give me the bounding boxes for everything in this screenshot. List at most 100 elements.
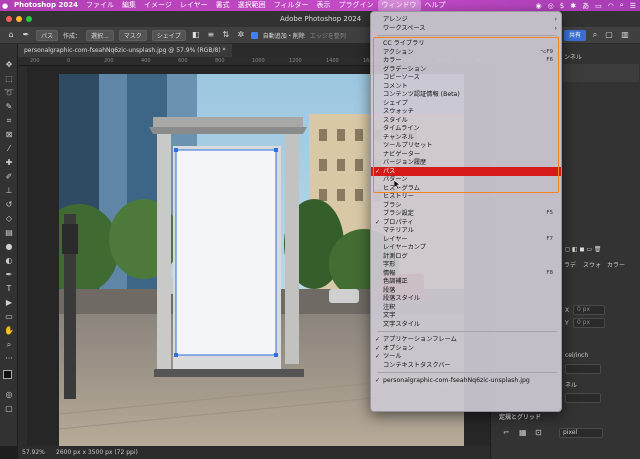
menu-layer[interactable]: レイヤー	[176, 0, 212, 11]
lasso-tool-icon[interactable]: ➰	[3, 88, 15, 98]
zoom-tool-icon[interactable]: ⌕	[3, 340, 15, 350]
pen-tool-icon[interactable]: ✒	[21, 30, 31, 40]
select-button[interactable]: 選択...	[86, 29, 114, 41]
dodge-tool-icon[interactable]: ◐	[3, 256, 15, 266]
type-tool-icon[interactable]: T	[3, 284, 15, 294]
menu-filter[interactable]: フィルター	[270, 0, 313, 11]
gradient-tab-fragment[interactable]: ラデ	[564, 260, 576, 269]
y-input[interactable]: 0 px	[573, 318, 605, 328]
shape-tool-icon[interactable]: ▭	[3, 312, 15, 322]
pen-tool-icon[interactable]: ✒	[3, 270, 15, 280]
channels-tab-fragment[interactable]: ンネル	[564, 52, 582, 61]
zoom-level[interactable]: 57.92%	[22, 446, 45, 459]
wifi-icon[interactable]: ◠	[608, 2, 614, 10]
path-align-icon[interactable]: ≡	[206, 30, 216, 40]
menu-item-label: アレンジ	[383, 16, 408, 23]
menu-window[interactable]: ウィンドウ	[377, 0, 421, 11]
unit-select[interactable]: pixel	[559, 428, 603, 438]
document-tab[interactable]: personalgraphic-com-fseahNq6zic-unsplash…	[18, 44, 232, 57]
menu-item[interactable]: コンテキストタスクバー	[371, 361, 561, 370]
shape-button[interactable]: シェイプ	[151, 29, 186, 41]
menu-select[interactable]: 選択範囲	[234, 0, 270, 11]
color-tab[interactable]: カラー	[607, 260, 625, 269]
menu-item-label: マテリアル	[383, 227, 414, 234]
stop-icon[interactable]: ◎	[548, 2, 554, 10]
menu-app-name[interactable]: Photoshop 2024	[10, 0, 82, 11]
menu-item[interactable]: ワークスペース ›	[371, 24, 561, 33]
auto-add-delete-label: 自動追加・削除	[262, 32, 305, 40]
history-brush-tool-icon[interactable]: ↺	[3, 200, 15, 210]
menu-file[interactable]: ファイル	[82, 0, 118, 11]
share-button[interactable]: 共有	[564, 30, 587, 41]
healing-tool-icon[interactable]: ✚	[3, 158, 15, 168]
apple-icon[interactable]: ●	[0, 2, 10, 10]
search-icon[interactable]: ⌕	[590, 30, 600, 40]
input-method-indicator[interactable]: あ	[582, 1, 589, 11]
menu-view[interactable]: 表示	[313, 0, 335, 11]
stamp-tool-icon[interactable]: ⊥	[3, 186, 15, 196]
workspace-icon[interactable]: ▢	[604, 30, 614, 40]
battery-icon[interactable]: ▭	[595, 2, 602, 10]
more-tools-icon[interactable]: ···	[3, 354, 15, 364]
minimize-window-button[interactable]	[16, 16, 22, 22]
swatches-tab[interactable]: スウォ	[583, 260, 601, 269]
tools-panel: ✥ ⬚ ➰ ✎ ⌗ ⊠ ⁄ ✚ ✐ ⊥ ↺ ◇ ▤ ● ◐ ✒ T ▶ ▭ ✋ …	[0, 44, 18, 446]
checkmark-icon: ✓	[375, 377, 381, 384]
menu-item-label: スウォッチ	[383, 108, 414, 115]
record-icon[interactable]: ◉	[536, 2, 542, 10]
close-window-button[interactable]	[6, 16, 12, 22]
menu-image[interactable]: イメージ	[140, 0, 176, 11]
menu-plugins[interactable]: プラグイン	[335, 0, 378, 11]
bluetooth-icon[interactable]: ✱	[570, 2, 576, 10]
menu-item[interactable]: 文字スタイル	[371, 320, 561, 329]
tool-mode-select[interactable]: パス	[36, 29, 59, 41]
menu-type[interactable]: 書式	[212, 0, 234, 11]
ruler-icon[interactable]: ⌐	[503, 428, 510, 437]
menu-item-label: 情報	[383, 269, 396, 277]
path-arrange-icon[interactable]: ⇅	[221, 30, 231, 40]
crop-tool-icon[interactable]: ⌗	[3, 116, 15, 126]
x-input[interactable]: 0 px	[573, 305, 605, 315]
brush-tool-icon[interactable]: ✐	[3, 172, 15, 182]
foreground-color-swatch[interactable]	[3, 370, 12, 379]
menu-help[interactable]: ヘルプ	[421, 0, 450, 11]
gradient-tool-icon[interactable]: ▤	[3, 228, 15, 238]
bitdepth-select[interactable]	[565, 393, 601, 403]
quick-mask-icon[interactable]: ◎	[3, 390, 15, 400]
menu-edit[interactable]: 編集	[118, 0, 140, 11]
submenu-chevron-icon: ›	[554, 24, 557, 32]
path-select-tool-icon[interactable]: ▶	[3, 298, 15, 308]
move-tool-icon[interactable]: ✥	[3, 60, 15, 70]
frame-tool-icon[interactable]: ⊠	[3, 130, 15, 140]
document-info[interactable]: 2600 px x 3500 px (72 ppi)	[56, 446, 138, 459]
gear-icon[interactable]: ✲	[236, 30, 246, 40]
menu-item-label: カラー	[383, 57, 402, 64]
path-ops-icon[interactable]: ◧	[191, 30, 201, 40]
grid-icon[interactable]: ▦	[519, 428, 527, 437]
blur-tool-icon[interactable]: ●	[3, 242, 15, 252]
zoom-window-button[interactable]	[26, 16, 32, 22]
eyedropper-tool-icon[interactable]: ⁄	[3, 144, 15, 154]
menu-item-label: レイヤーカンプ	[383, 244, 426, 251]
screen-mode-icon[interactable]: ▢	[3, 404, 15, 414]
search-icon[interactable]: ⌕	[620, 1, 624, 10]
menu-item[interactable]: ✓ personalgraphic-com-fseahNq6zic-unsplas…	[371, 376, 561, 385]
quick-select-tool-icon[interactable]: ✎	[3, 102, 15, 112]
control-center-icon[interactable]: ☰	[630, 2, 636, 10]
mode-select[interactable]	[565, 364, 601, 374]
mac-menu-bar: ● Photoshop 2024 ファイル 編集 イメージ レイヤー 書式 選択…	[0, 0, 640, 11]
panel-toggle-icon[interactable]: ▥	[620, 30, 630, 40]
dollar-icon[interactable]: $	[560, 2, 564, 10]
menu-item-label: ブラシ設定	[383, 210, 414, 217]
menu-item-label: パス	[383, 167, 396, 175]
guide-icon[interactable]: ⊡	[535, 428, 542, 437]
hand-tool-icon[interactable]: ✋	[3, 326, 15, 336]
mask-button[interactable]: マスク	[118, 29, 147, 41]
menu-item-label: スタイル	[383, 116, 408, 124]
ruler-tick-label: 800	[215, 58, 225, 64]
marquee-tool-icon[interactable]: ⬚	[3, 74, 15, 84]
ruler-tick-label: 200	[30, 58, 40, 64]
eraser-tool-icon[interactable]: ◇	[3, 214, 15, 224]
auto-add-delete-checkbox[interactable]	[250, 31, 258, 39]
home-icon[interactable]: ⌂	[6, 30, 16, 40]
